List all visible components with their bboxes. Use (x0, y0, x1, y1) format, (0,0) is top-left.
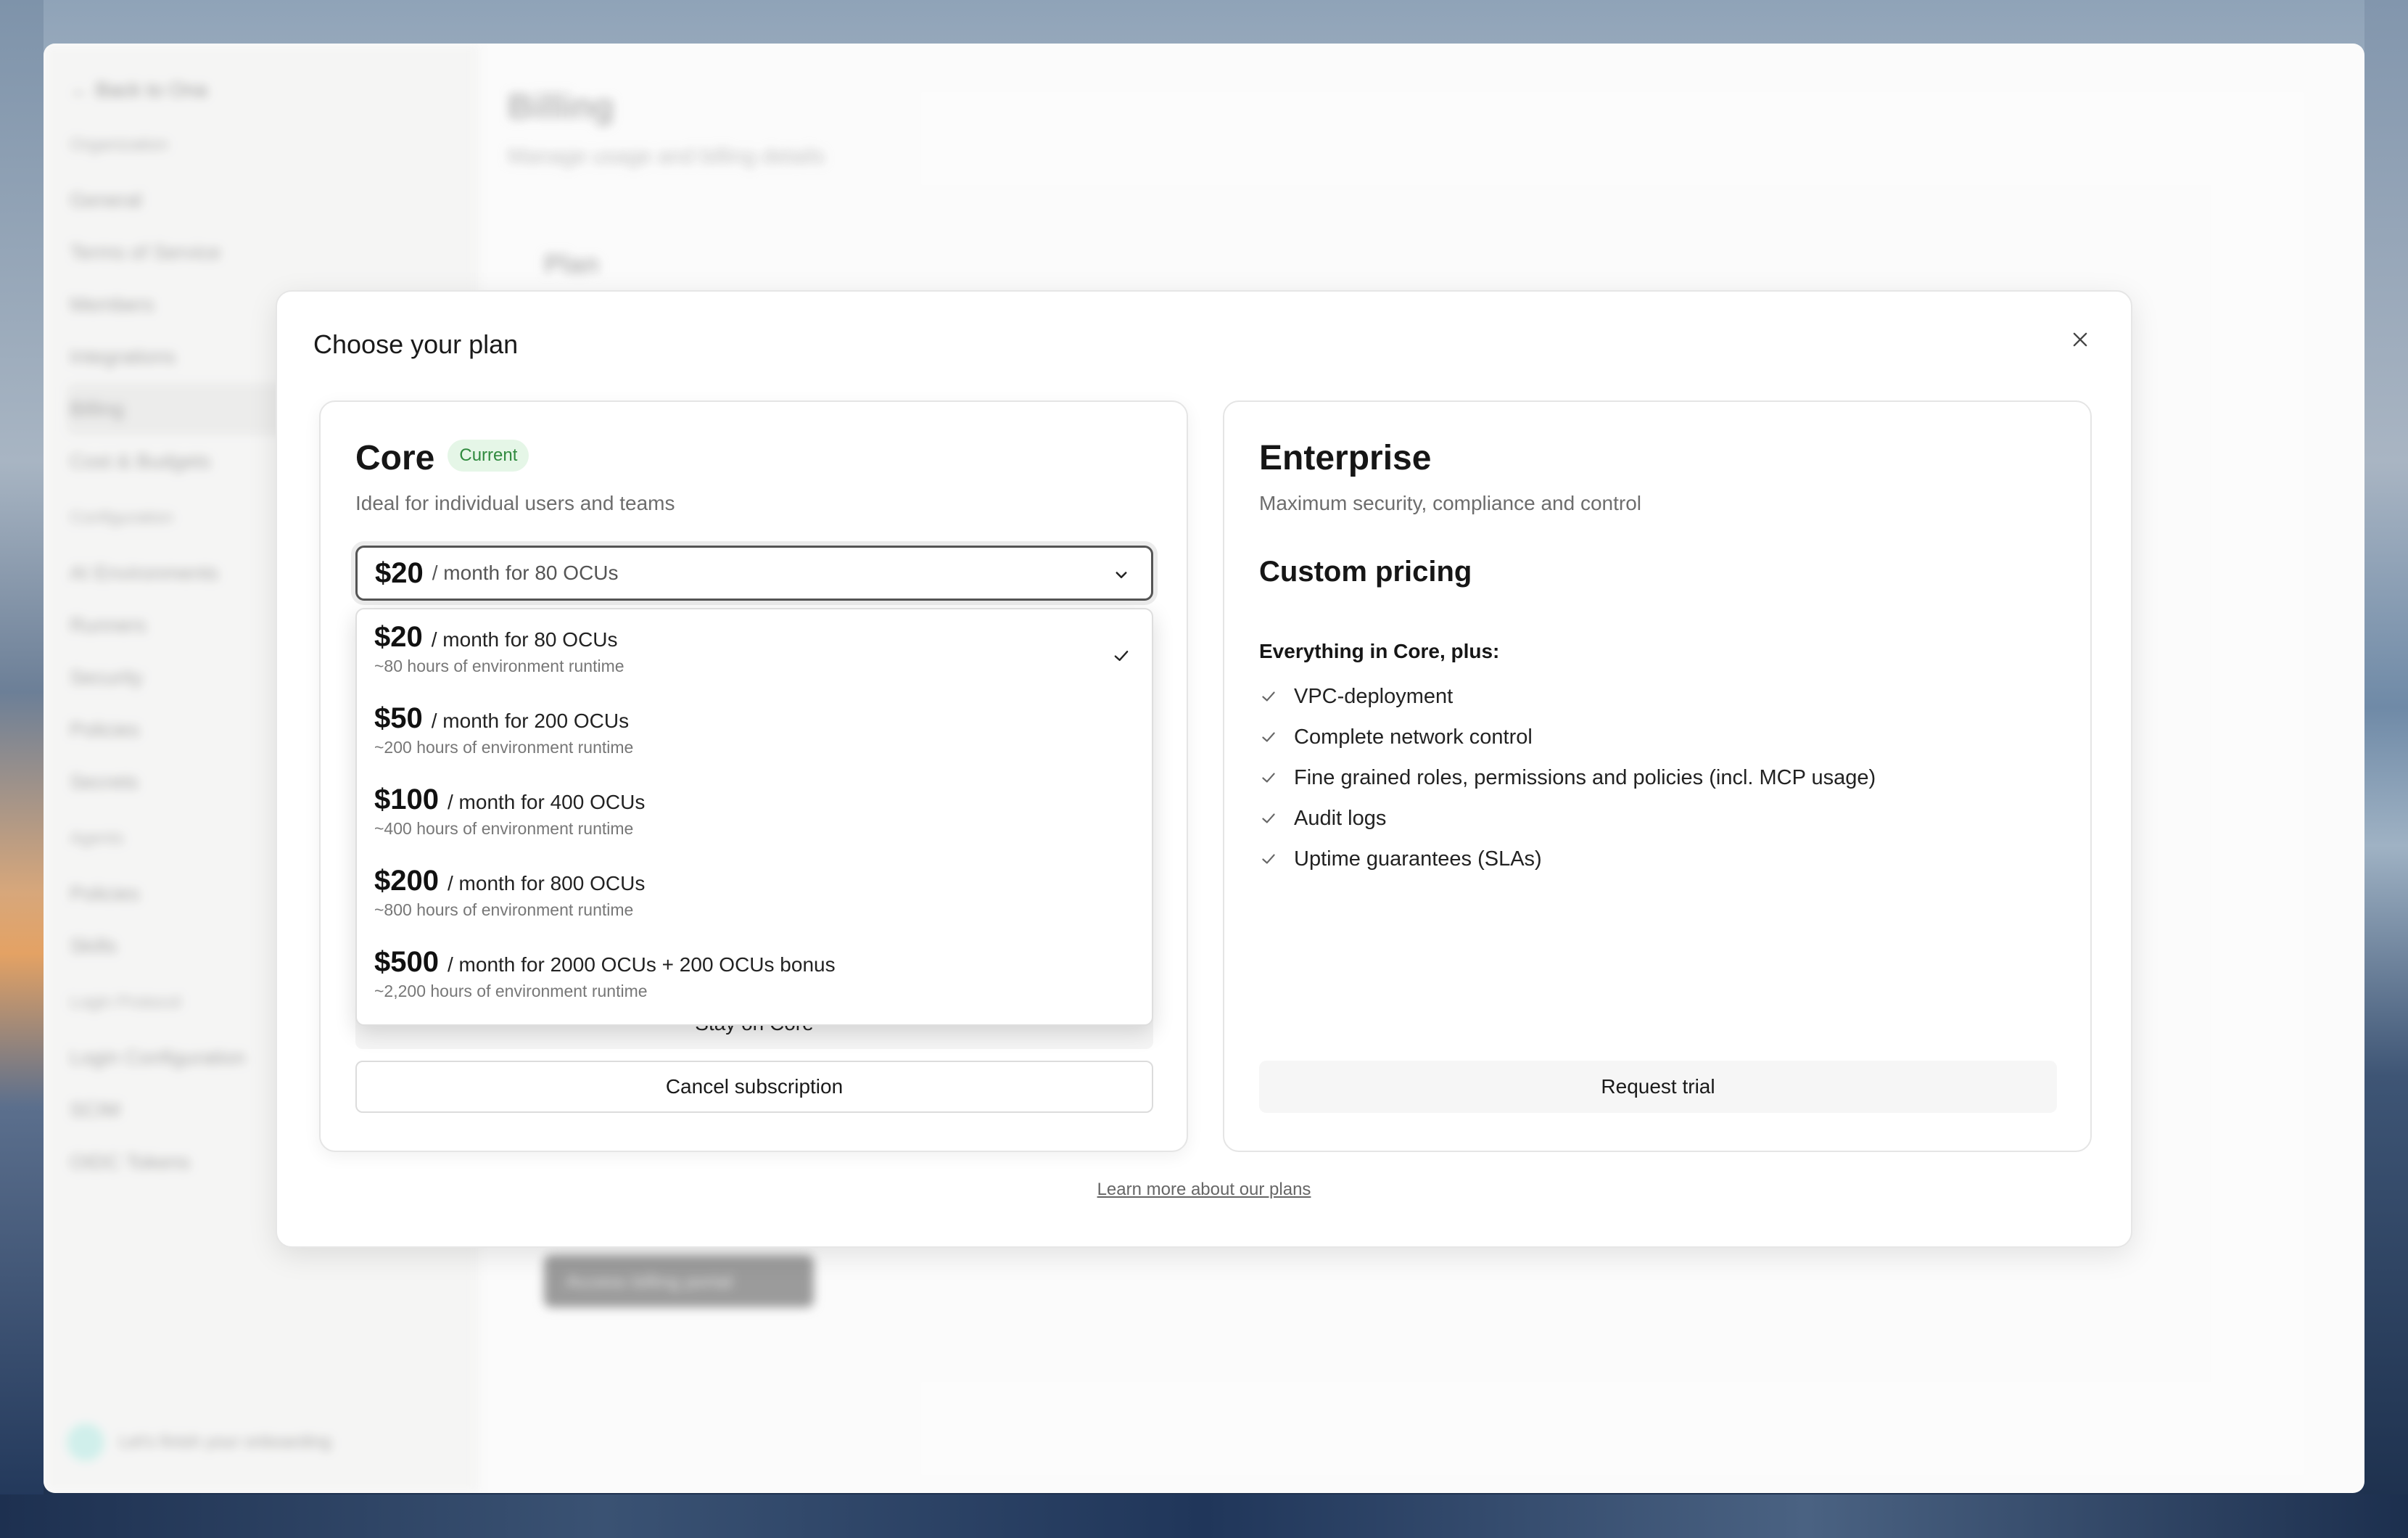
check-icon (1114, 651, 1129, 661)
feature-item: Uptime guarantees (SLAs) (1259, 839, 1876, 879)
features-heading: Everything in Core, plus: (1259, 640, 1500, 662)
option-detail: / month for 800 OCUs (447, 872, 646, 895)
option-price: $200 (374, 865, 439, 897)
core-plan-title: Core (355, 439, 435, 477)
core-plan-name: Core Current (355, 438, 529, 478)
check-icon (1262, 691, 1275, 702)
option-detail: / month for 400 OCUs (447, 791, 646, 813)
enterprise-plan-card: Enterprise Maximum security, compliance … (1223, 400, 2092, 1152)
option-price: $500 (374, 946, 439, 978)
wallpaper-left (0, 0, 44, 1538)
choose-plan-dialog: Choose your plan Core Current Ideal for i… (276, 290, 2132, 1248)
feature-text: Fine grained roles, permissions and poli… (1294, 765, 1876, 789)
selected-price: $20 (375, 556, 424, 589)
request-trial-button[interactable]: Request trial (1259, 1061, 2057, 1113)
core-plan-card: Core Current Ideal for individual users a… (319, 400, 1188, 1152)
price-option[interactable]: $500 / month for 2000 OCUs + 200 OCUs bon… (357, 946, 1152, 1027)
option-runtime: ~2,200 hours of environment runtime (374, 982, 648, 1000)
price-option[interactable]: $200 / month for 800 OCUs ~800 hours of e… (357, 865, 1152, 946)
feature-text: Complete network control (1294, 725, 1533, 749)
selected-price-detail: / month for 80 OCUs (432, 562, 619, 584)
feature-item: Audit logs (1259, 798, 1876, 839)
learn-more-row: Learn more about our plans (277, 1180, 2131, 1200)
enterprise-pricing: Custom pricing (1259, 556, 1472, 588)
price-option[interactable]: $20 / month for 80 OCUs ~80 hours of envi… (357, 621, 1152, 702)
option-detail: / month for 80 OCUs (431, 628, 618, 651)
price-tier-select[interactable]: $20 / month for 80 OCUs (355, 546, 1153, 601)
price-option[interactable]: $100 / month for 400 OCUs ~400 hours of e… (357, 784, 1152, 865)
option-runtime: ~80 hours of environment runtime (374, 657, 624, 675)
option-runtime: ~200 hours of environment runtime (374, 738, 634, 757)
feature-item: Complete network control (1259, 717, 1876, 757)
option-detail: / month for 200 OCUs (431, 710, 630, 732)
check-icon (1262, 854, 1275, 864)
enterprise-plan-name: Enterprise (1259, 439, 1432, 477)
close-icon[interactable] (2064, 324, 2096, 355)
option-price: $20 (374, 621, 423, 653)
feature-list: VPC-deployment Complete network control … (1259, 676, 1876, 879)
price-tier-dropdown: $20 / month for 80 OCUs ~80 hours of envi… (355, 608, 1153, 1026)
feature-text: Uptime guarantees (SLAs) (1294, 847, 1542, 871)
option-runtime: ~400 hours of environment runtime (374, 819, 634, 838)
price-option[interactable]: $50 / month for 200 OCUs ~200 hours of en… (357, 702, 1152, 784)
core-plan-description: Ideal for individual users and teams (355, 492, 675, 514)
option-price: $50 (374, 702, 423, 734)
cancel-subscription-button[interactable]: Cancel subscription (355, 1061, 1153, 1113)
option-detail: / month for 2000 OCUs + 200 OCUs bonus (447, 953, 836, 976)
current-badge: Current (448, 440, 529, 472)
feature-text: Audit logs (1294, 806, 1387, 830)
check-icon (1262, 773, 1275, 783)
check-icon (1262, 732, 1275, 742)
feature-item: Fine grained roles, permissions and poli… (1259, 757, 1876, 798)
feature-text: VPC-deployment (1294, 684, 1454, 708)
enterprise-plan-description: Maximum security, compliance and control (1259, 492, 1642, 514)
feature-item: VPC-deployment (1259, 676, 1876, 717)
learn-more-link[interactable]: Learn more about our plans (1097, 1180, 1311, 1199)
option-runtime: ~800 hours of environment runtime (374, 900, 634, 919)
wallpaper-right (2364, 0, 2408, 1538)
check-icon (1262, 813, 1275, 823)
wallpaper-bottom (0, 1494, 2408, 1538)
option-price: $100 (374, 784, 439, 815)
chevron-down-icon (1116, 572, 1127, 578)
dialog-title: Choose your plan (313, 329, 519, 359)
